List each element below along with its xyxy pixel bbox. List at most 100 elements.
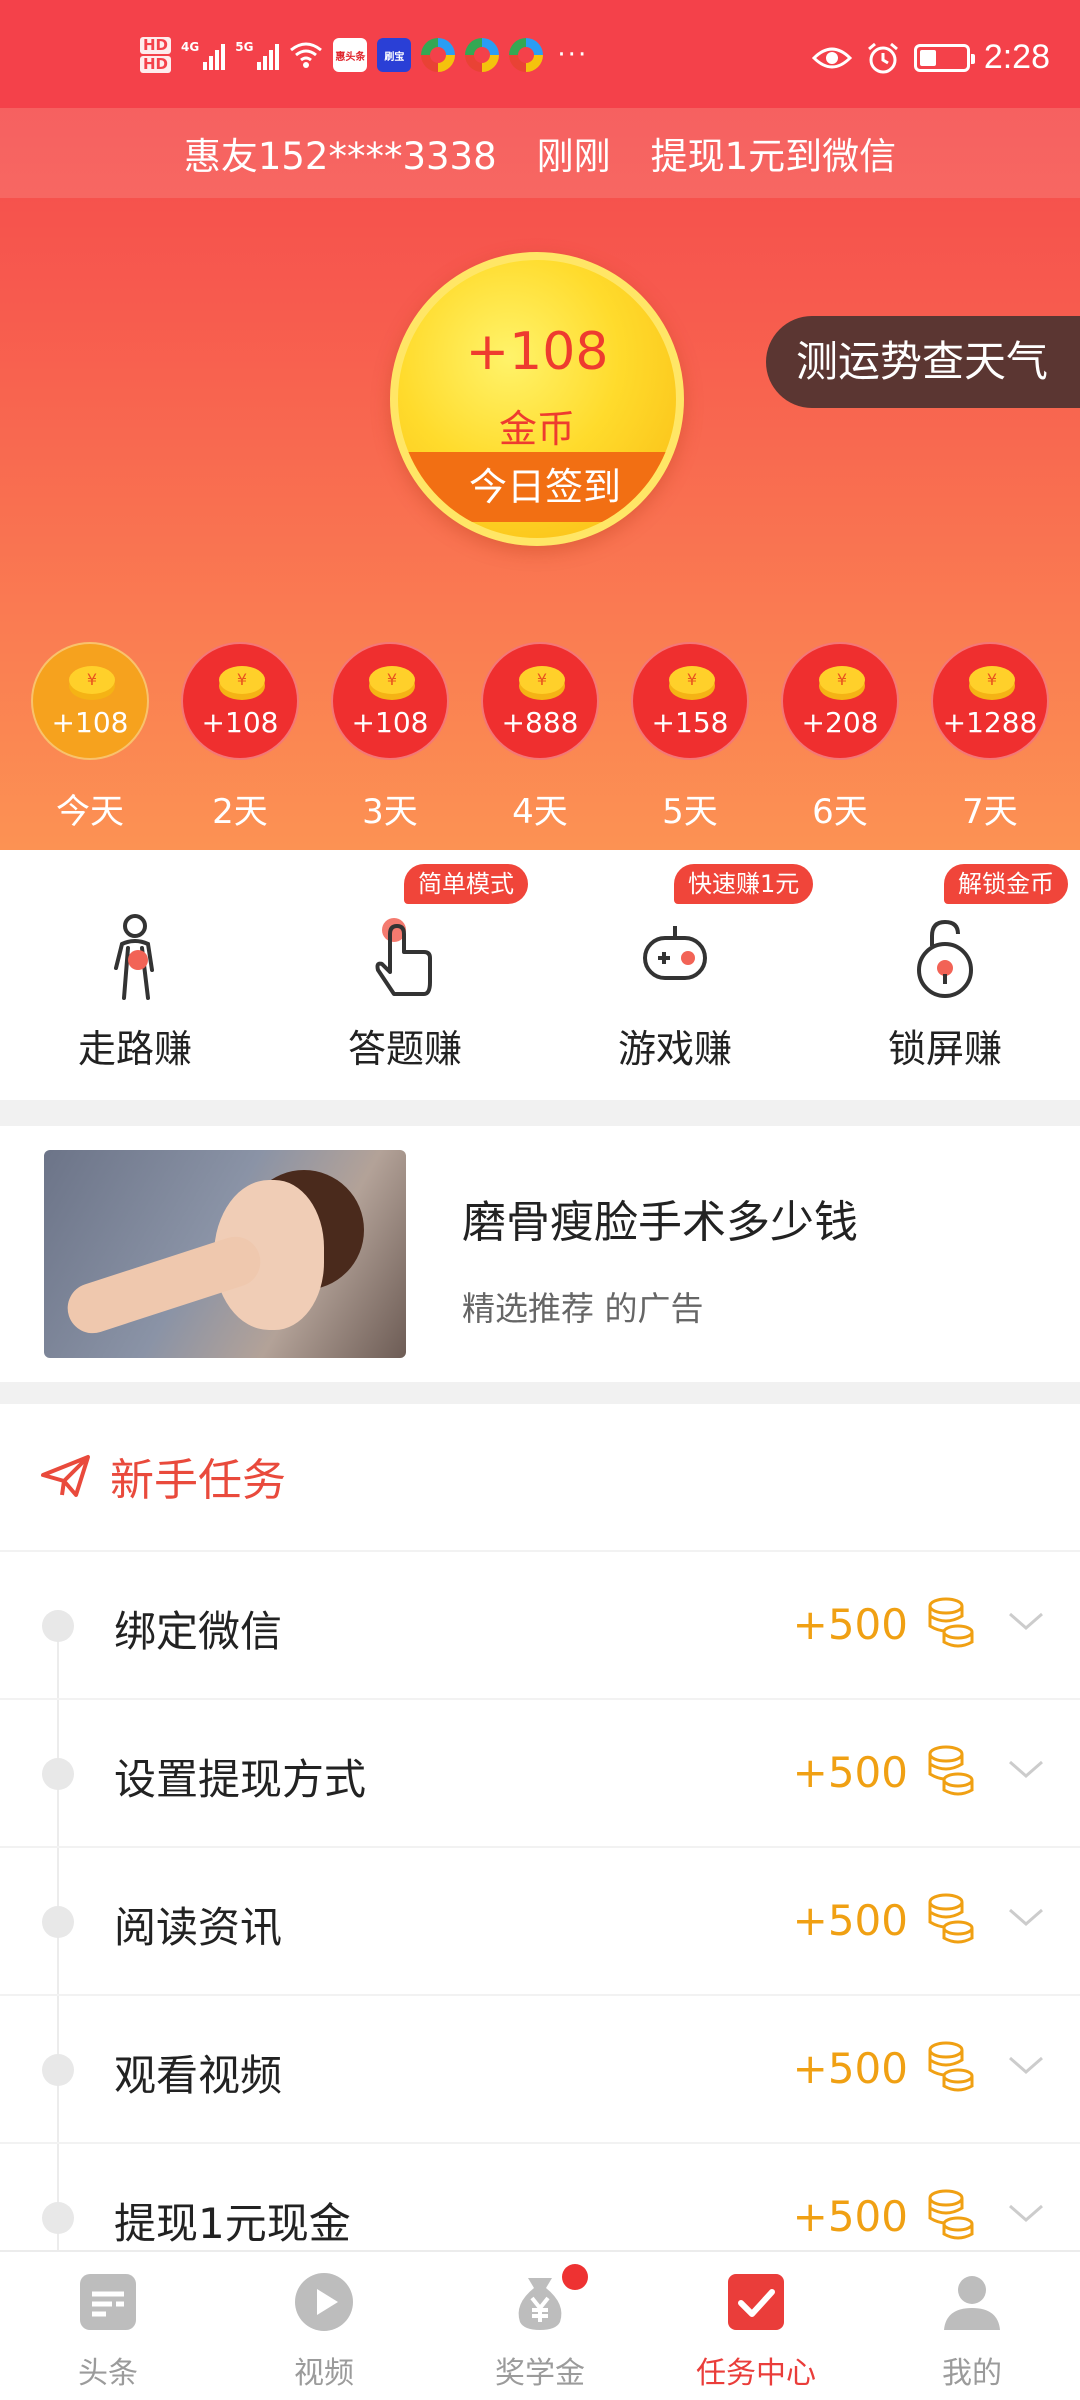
- chevron-down-icon[interactable]: [1006, 2198, 1046, 2228]
- task-points: +500: [792, 2044, 908, 2093]
- nav-scholarship[interactable]: 奖学金: [432, 2252, 648, 2400]
- nav-headlines[interactable]: 头条: [0, 2252, 216, 2400]
- notification-app-icon: [509, 38, 544, 72]
- task-dot: [42, 2202, 74, 2234]
- notification-app-icon: 刷宝: [377, 38, 412, 72]
- day-value: +108: [51, 706, 129, 739]
- gamepad-icon: [643, 926, 707, 980]
- task-row[interactable]: 设置提现方式 +500: [0, 1698, 1080, 1846]
- withdraw-ticker: 惠友152****3338 刚刚 提现1元到微信: [0, 108, 1080, 198]
- eye-icon: [811, 47, 852, 68]
- network-5g-label: 5G: [235, 40, 254, 54]
- notification-badge: [562, 2264, 588, 2290]
- lockscreen-earn-button[interactable]: 解锁金币 锁屏赚: [810, 850, 1080, 1100]
- ad-image: [44, 1150, 406, 1358]
- wifi-icon: [290, 42, 323, 68]
- checkin-coin-button[interactable]: +108 金币 今日签到: [390, 252, 684, 546]
- day-item[interactable]: +888 4天: [480, 642, 600, 833]
- hd-indicator: HD HD: [140, 36, 172, 74]
- nav-profile[interactable]: 我的: [864, 2252, 1080, 2400]
- day-label: 4天: [512, 792, 568, 832]
- task-row[interactable]: 阅读资讯 +500: [0, 1846, 1080, 1994]
- signal-5g-icon: 5G: [235, 40, 280, 70]
- chevron-down-icon[interactable]: [1006, 1754, 1046, 1784]
- task-dot: [42, 1906, 74, 1938]
- chevron-down-icon[interactable]: [1006, 2050, 1046, 2080]
- task-name: 阅读资讯: [114, 1903, 283, 1952]
- earn-label: 锁屏赚: [887, 1027, 1002, 1071]
- day-label: 7天: [962, 792, 1018, 832]
- day-item[interactable]: +108 2天: [180, 642, 300, 833]
- coin-icon: +1288: [931, 642, 1049, 760]
- coin-icon: +108: [181, 642, 299, 760]
- coin-stack-icon: [928, 1597, 974, 1648]
- task-center-page: HD HD 4G 5G 惠头条 刷宝 ··· 2:28 惠友152****333…: [0, 0, 1080, 2400]
- tasks-title: 新手任务: [110, 1455, 286, 1506]
- day-item[interactable]: +108 3天: [330, 642, 450, 833]
- checkin-days: +108 今天 +108 2天 +108 3天 +888 4天 +158 5天 …: [0, 642, 1080, 842]
- nav-label: 头条: [78, 2356, 138, 2391]
- fortune-weather-button[interactable]: 测运势查天气: [766, 316, 1080, 408]
- status-bar: HD HD 4G 5G 惠头条 刷宝 ··· 2:28: [0, 0, 1080, 108]
- day-label: 3天: [362, 792, 418, 832]
- unlock-icon: [917, 919, 973, 998]
- checkin-unit: 金币: [498, 407, 575, 451]
- task-name: 绑定微信: [114, 1607, 283, 1656]
- bottom-nav: 头条 视频 奖学金 任务中心 我的: [0, 2250, 1080, 2400]
- coin-stack-icon: [928, 1893, 974, 1944]
- ticker-action: 提现1元到微信: [650, 135, 897, 178]
- day-label: 2天: [212, 792, 268, 832]
- earn-tag: 快速赚1元: [674, 864, 814, 904]
- walking-person-icon: [114, 914, 154, 1000]
- earn-label: 答题赚: [347, 1027, 462, 1071]
- status-bar-right: 2:28: [811, 38, 1050, 77]
- hd-sim2: HD: [140, 56, 172, 73]
- section-divider: [0, 1100, 1080, 1126]
- ad-title: 磨骨瘦脸手术多少钱: [462, 1197, 858, 1248]
- task-row[interactable]: 绑定微信 +500: [0, 1550, 1080, 1698]
- paper-plane-icon: [41, 1455, 90, 1497]
- day-item[interactable]: +1288 7天: [930, 642, 1050, 833]
- person-icon: [944, 2276, 1000, 2330]
- nav-video[interactable]: 视频: [216, 2252, 432, 2400]
- task-row[interactable]: 观看视频 +500: [0, 1994, 1080, 2142]
- chevron-down-icon[interactable]: [1006, 1902, 1046, 1932]
- earn-methods: 走路赚 简单模式 答题赚 快速赚1元 游戏赚 解锁金币 锁屏赚: [0, 850, 1080, 1100]
- day-item[interactable]: +158 5天: [630, 642, 750, 833]
- day-label: 6天: [812, 792, 868, 832]
- coin-icon: +888: [481, 642, 599, 760]
- alarm-icon: [867, 42, 898, 73]
- section-divider: [0, 1382, 1080, 1404]
- task-points: +500: [792, 1600, 908, 1649]
- ticker-user: 惠友152****3338: [183, 135, 497, 178]
- tap-finger-icon: [375, 918, 432, 996]
- game-earn-button[interactable]: 快速赚1元 游戏赚: [540, 850, 814, 1100]
- ad-card[interactable]: 磨骨瘦脸手术多少钱 精选推荐 的广告: [0, 1126, 1080, 1382]
- task-name: 提现1元现金: [114, 2199, 351, 2248]
- coin-icon: +208: [781, 642, 899, 760]
- day-item[interactable]: +108 今天: [30, 642, 150, 833]
- task-dot: [42, 1758, 74, 1790]
- quiz-earn-button[interactable]: 简单模式 答题赚: [270, 850, 540, 1100]
- coin-stack-icon: [928, 2041, 974, 2092]
- task-points: +500: [792, 2192, 908, 2241]
- task-points: +500: [792, 1748, 908, 1797]
- nav-task-center[interactable]: 任务中心: [648, 2252, 864, 2400]
- coin-icon: +158: [631, 642, 749, 760]
- play-icon: [295, 2273, 353, 2331]
- battery-icon: [913, 43, 975, 72]
- nav-label: 任务中心: [696, 2356, 816, 2391]
- task-dot: [42, 1610, 74, 1642]
- day-item[interactable]: +208 6天: [780, 642, 900, 833]
- newbie-tasks: 新手任务 绑定微信 +500 设置提现方式 +500 阅读资讯 +500 观看视…: [0, 1404, 1080, 2264]
- coin-icon: +108: [31, 642, 149, 760]
- ticker-time: 刚刚: [536, 135, 611, 178]
- day-label: 今天: [56, 792, 124, 832]
- status-time: 2:28: [983, 38, 1050, 76]
- earn-label: 游戏赚: [617, 1027, 732, 1071]
- day-value: +108: [351, 706, 429, 739]
- walk-earn-button[interactable]: 走路赚: [0, 850, 270, 1100]
- chevron-down-icon[interactable]: [1006, 1606, 1046, 1636]
- task-name: 观看视频: [114, 2051, 283, 2100]
- ad-subtitle: 精选推荐 的广告: [462, 1289, 704, 1328]
